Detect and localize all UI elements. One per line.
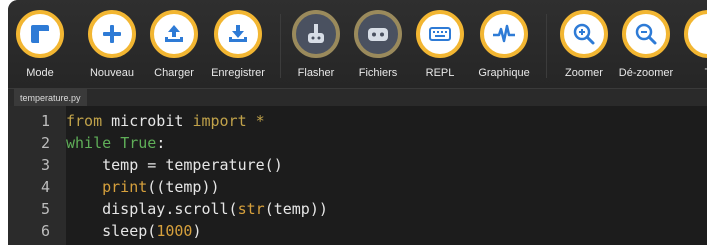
save-button[interactable]: Enregistrer <box>206 0 270 88</box>
code-token: 1000 <box>156 222 193 240</box>
code-editor[interactable]: 1 from microbit import * 2 while True: 3 tem… <box>8 106 707 245</box>
mode-button[interactable]: Mode <box>8 0 72 88</box>
code-token: str <box>237 200 265 218</box>
download-icon <box>214 10 262 58</box>
code-text: print((temp)) <box>66 176 220 198</box>
code-line: 5 display.scroll(str(temp)) <box>8 198 707 220</box>
plotter-icon <box>480 10 528 58</box>
keyboard-icon <box>416 10 464 58</box>
code-line: 4 print((temp)) <box>8 176 707 198</box>
files-icon <box>354 10 402 58</box>
code-token: print <box>102 178 148 196</box>
code-text: while True: <box>66 132 165 154</box>
line-number: 1 <box>40 112 50 130</box>
code-token: sleep( <box>66 222 157 240</box>
code-token: microbit <box>102 112 193 130</box>
code-token: True <box>120 134 157 152</box>
zoom-in-icon <box>560 10 608 58</box>
theme-label: T <box>666 67 707 79</box>
code-line: 1 from microbit import * <box>8 110 707 132</box>
mode-icon <box>16 10 64 58</box>
line-number: 3 <box>40 156 50 174</box>
code-line: 2 while True: <box>8 132 707 154</box>
tab-temperature-py[interactable]: temperature.py <box>14 89 87 107</box>
upload-icon <box>150 10 198 58</box>
code-text: from microbit import * <box>66 110 265 132</box>
code-token: display.scroll( <box>66 200 238 218</box>
code-token: import <box>192 112 247 130</box>
file-tabs: temperature.py <box>8 88 707 107</box>
app-window: Mode Nouveau Charger Enregistrer Flasher… <box>8 0 707 245</box>
plus-icon <box>88 10 136 58</box>
code-line: 3 temp = temperature() <box>8 154 707 176</box>
code-token: from <box>66 112 103 130</box>
code-token: while <box>66 134 112 152</box>
line-number: 4 <box>40 178 50 196</box>
line-number: 6 <box>40 222 50 240</box>
code-token: : <box>156 134 166 152</box>
line-number: 5 <box>40 200 50 218</box>
code-text: sleep(1000) <box>66 220 201 242</box>
save-label: Enregistrer <box>211 67 265 79</box>
code-text: display.scroll(str(temp)) <box>66 198 328 220</box>
theme-icon <box>684 10 707 58</box>
code-token: temp = temperature() <box>66 156 283 174</box>
code-token: ((temp)) <box>147 178 220 196</box>
code-token: * <box>255 112 265 130</box>
plotter-label: Graphique <box>478 67 530 79</box>
toolbar: Mode Nouveau Charger Enregistrer Flasher… <box>8 0 707 88</box>
code-text: temp = temperature() <box>66 154 283 176</box>
code-token: ) <box>192 222 202 240</box>
code-line: 6 sleep(1000) <box>8 220 707 242</box>
code-token: (temp)) <box>264 200 328 218</box>
zoom-out-icon <box>622 10 670 58</box>
plotter-button[interactable]: Graphique <box>472 0 536 88</box>
line-number: 2 <box>40 134 50 152</box>
flash-icon <box>292 10 340 58</box>
theme-button[interactable]: T <box>676 0 707 88</box>
